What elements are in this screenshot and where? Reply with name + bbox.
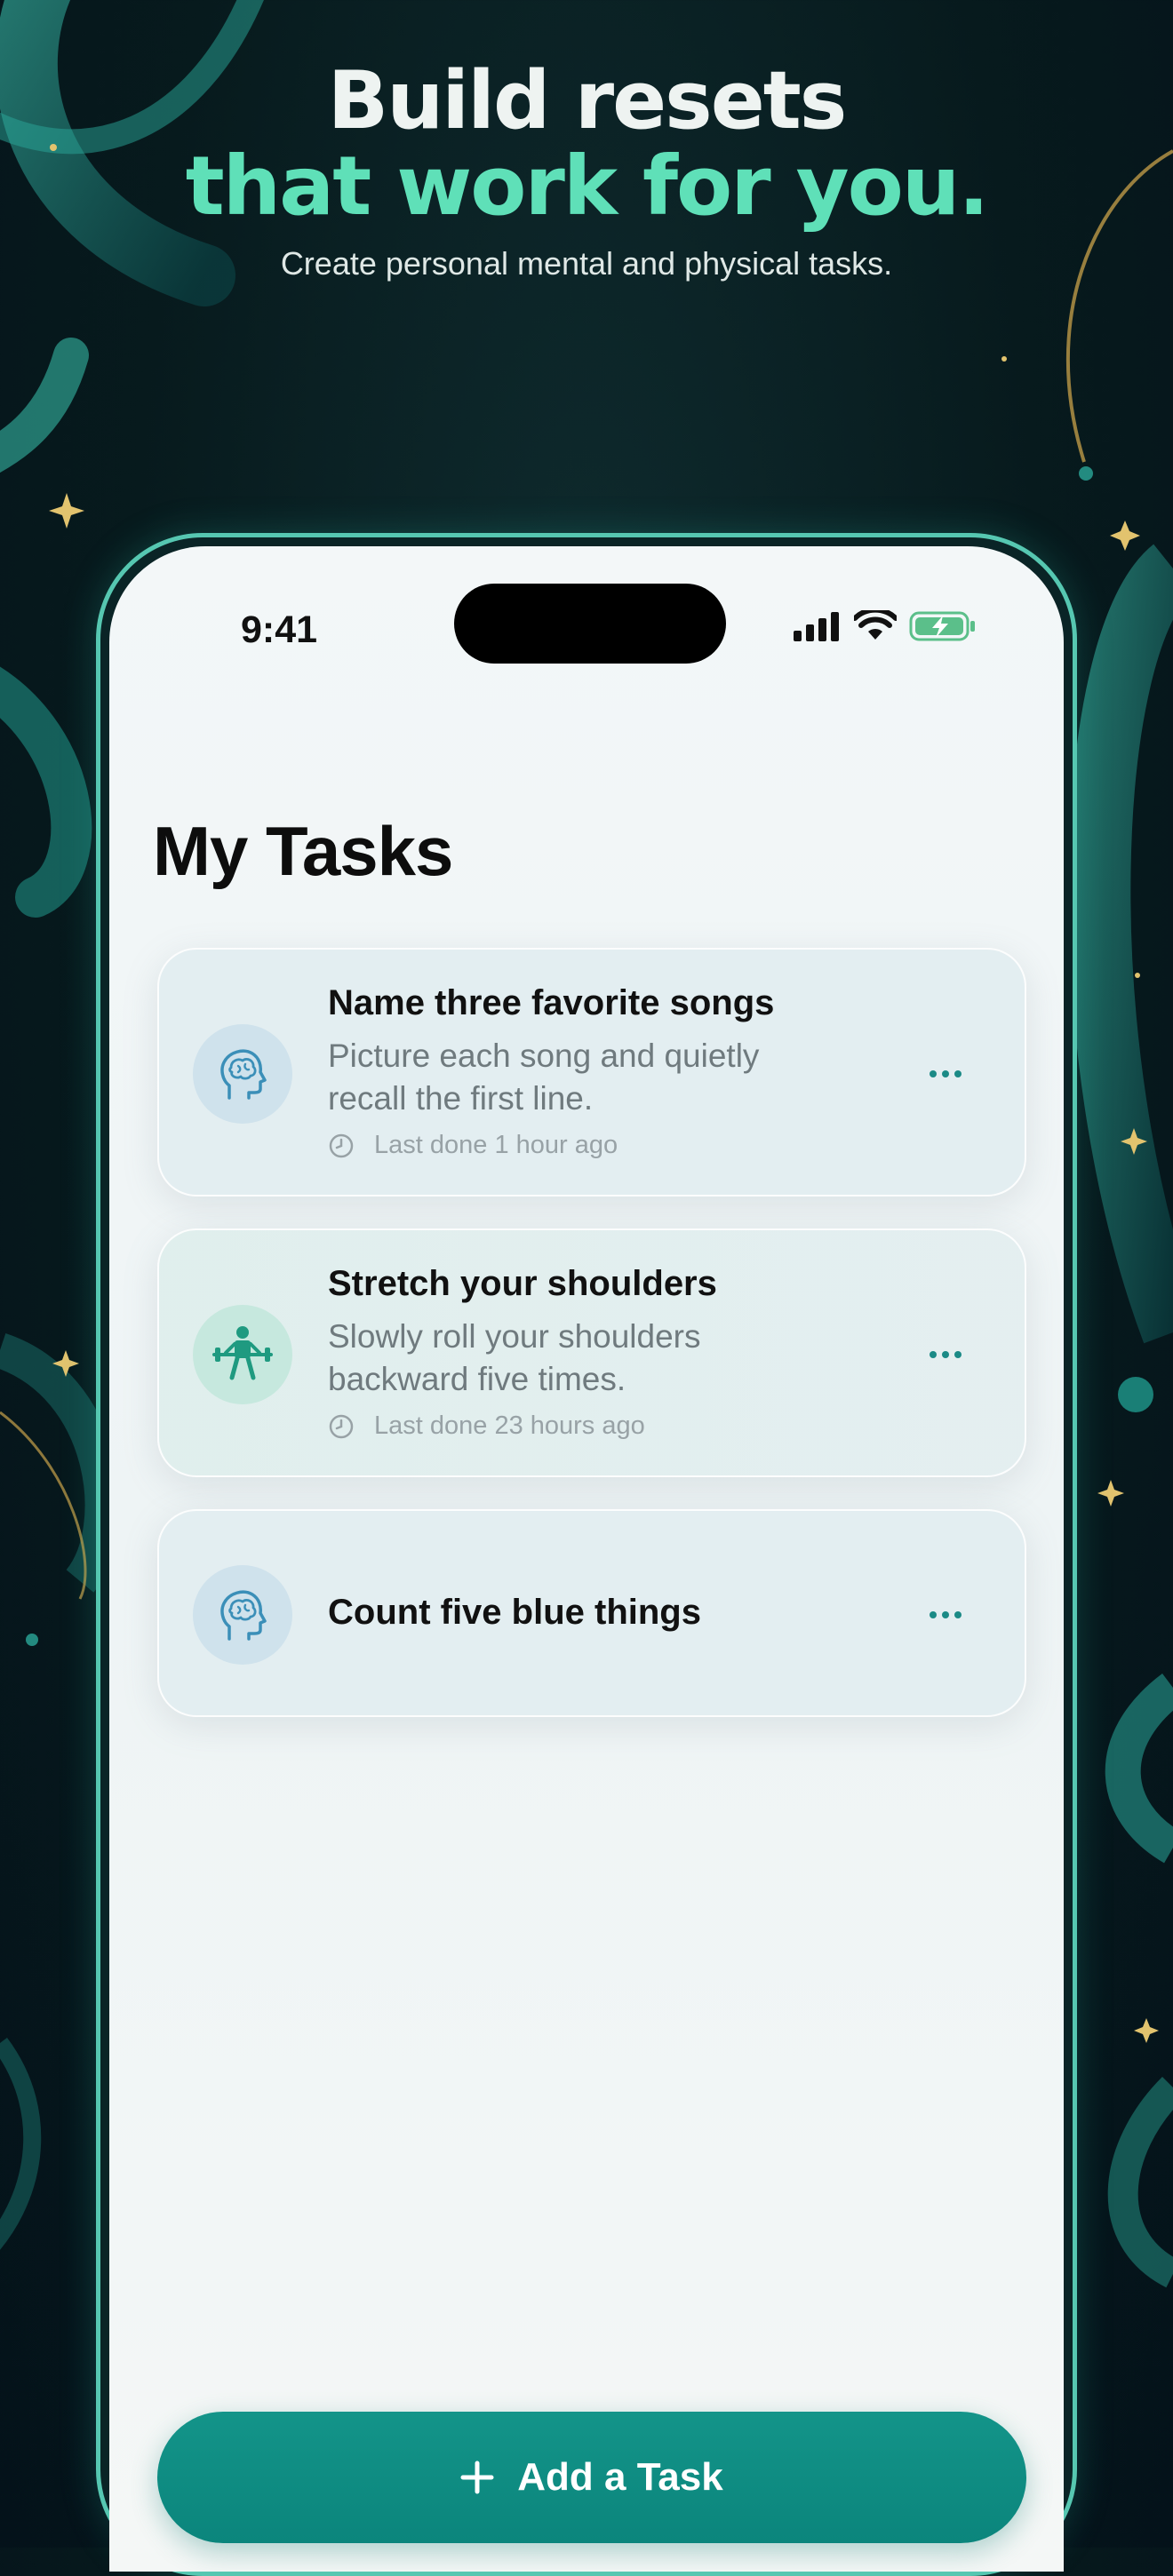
dynamic-island bbox=[454, 584, 726, 664]
more-options-button[interactable] bbox=[923, 1056, 968, 1092]
task-card[interactable]: Stretch your shoulders Slowly roll your … bbox=[157, 1228, 1026, 1477]
headline-subtitle: Create personal mental and physical task… bbox=[280, 245, 893, 282]
more-options-button[interactable] bbox=[923, 1597, 968, 1633]
add-task-label: Add a Task bbox=[517, 2455, 723, 2499]
plus-icon bbox=[460, 2461, 494, 2494]
clock-icon bbox=[329, 1133, 354, 1157]
task-meta-text: Last done 1 hour ago bbox=[374, 1131, 618, 1159]
task-title: Name three favorite songs bbox=[328, 983, 775, 1022]
phone-screen: 9:41 My Tasks Name three favorite songs … bbox=[109, 546, 1064, 2572]
task-title: Stretch your shoulders bbox=[328, 1264, 717, 1303]
headline-line-2: that work for you. bbox=[185, 139, 990, 234]
brain-head-icon bbox=[193, 1565, 292, 1665]
weightlifter-icon bbox=[193, 1305, 292, 1404]
more-options-button[interactable] bbox=[923, 1337, 968, 1372]
task-title: Count five blue things bbox=[328, 1593, 701, 1632]
phone-frame: 9:41 My Tasks Name three favorite songs … bbox=[96, 533, 1077, 2576]
brain-head-icon bbox=[193, 1024, 292, 1124]
status-icons bbox=[792, 610, 977, 642]
cellular-signal-icon bbox=[794, 612, 839, 641]
task-card[interactable]: Name three favorite songs Picture each s… bbox=[157, 948, 1026, 1197]
task-meta-text: Last done 23 hours ago bbox=[374, 1411, 645, 1440]
headline-line-1: Build resets bbox=[327, 54, 848, 147]
page-title: My Tasks bbox=[153, 812, 453, 890]
wifi-icon bbox=[854, 610, 897, 640]
add-task-button[interactable]: Add a Task bbox=[157, 2412, 1026, 2543]
status-time: 9:41 bbox=[241, 608, 318, 651]
headline: Build resets that work for you. Create p… bbox=[0, 59, 1173, 282]
task-card[interactable]: Count five blue things bbox=[157, 1509, 1026, 1717]
battery-charging-icon bbox=[909, 611, 975, 641]
task-last-done: Last done 23 hours ago bbox=[328, 1411, 645, 1441]
task-last-done: Last done 1 hour ago bbox=[328, 1131, 618, 1160]
task-description: Slowly roll your shoulders backward five… bbox=[328, 1318, 701, 1397]
clock-icon bbox=[329, 1414, 354, 1438]
task-description: Picture each song and quietly recall the… bbox=[328, 1038, 760, 1117]
